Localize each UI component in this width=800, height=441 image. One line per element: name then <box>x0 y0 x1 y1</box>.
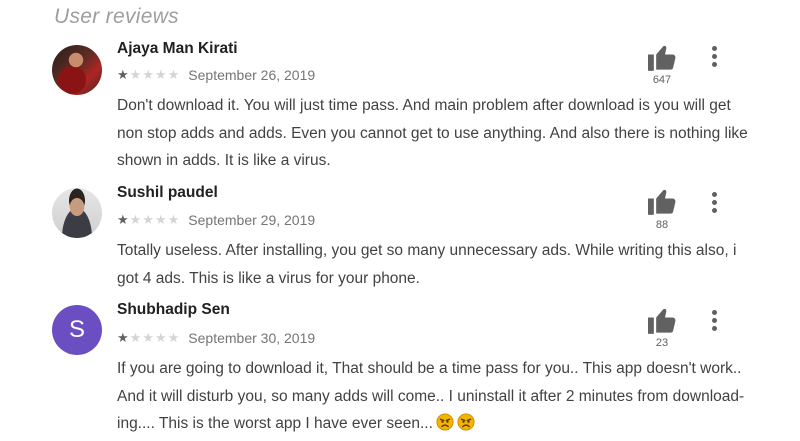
thumbs-up-icon[interactable] <box>648 45 676 71</box>
avatar[interactable] <box>52 188 102 238</box>
more-vert-icon[interactable] <box>706 308 722 332</box>
angry-face-emoji <box>457 413 475 431</box>
helpful-count: 647 <box>652 74 672 86</box>
review-text-content: If you are going to download it, That sh… <box>117 360 745 432</box>
review-text: Totally useless. After installing, you g… <box>117 242 737 287</box>
star-filled-icon: ★ <box>117 212 129 227</box>
review-author: Sushil paudel <box>117 184 218 201</box>
star-empty-icon: ★ <box>154 67 167 82</box>
star-empty-icon: ★ <box>167 330 180 345</box>
star-empty-icon: ★ <box>142 67 154 82</box>
review-author: Shubhadip Sen <box>117 301 230 318</box>
star-empty-icon: ★ <box>167 212 180 227</box>
review-author: Ajaya Man Kirati <box>117 40 238 57</box>
star-filled-icon: ★ <box>117 67 129 82</box>
star-rating: ★ ★ ★ ★ ★ <box>117 67 180 83</box>
helpful-count: 88 <box>655 219 669 231</box>
star-empty-icon: ★ <box>129 67 142 82</box>
more-vert-icon[interactable] <box>706 44 722 68</box>
star-empty-icon: ★ <box>142 330 154 345</box>
review-date: September 29, 2019 <box>188 212 316 228</box>
star-rating: ★ ★ ★ ★ ★ <box>117 212 180 228</box>
star-empty-icon: ★ <box>129 330 142 345</box>
star-empty-icon: ★ <box>154 330 167 345</box>
review-date: September 30, 2019 <box>188 330 316 346</box>
star-empty-icon: ★ <box>142 212 154 227</box>
star-filled-icon: ★ <box>117 330 129 345</box>
helpful-count: 23 <box>655 337 669 349</box>
section-title: User reviews <box>54 5 179 28</box>
more-vert-icon[interactable] <box>706 190 722 214</box>
angry-face-emoji <box>436 413 454 431</box>
thumbs-up-icon[interactable] <box>648 308 676 334</box>
star-rating: ★ ★ ★ ★ ★ <box>117 330 180 346</box>
review-text: Don't download it. You will just time pa… <box>117 97 748 169</box>
avatar[interactable]: S <box>52 305 102 355</box>
star-empty-icon: ★ <box>154 212 167 227</box>
avatar[interactable] <box>52 45 102 95</box>
star-empty-icon: ★ <box>129 212 142 227</box>
rating-row: ★ ★ ★ ★ ★ September 30, 2019 <box>117 330 315 346</box>
rating-row: ★ ★ ★ ★ ★ September 26, 2019 <box>117 67 315 83</box>
rating-row: ★ ★ ★ ★ ★ September 29, 2019 <box>117 212 315 228</box>
star-empty-icon: ★ <box>167 67 180 82</box>
thumbs-up-icon[interactable] <box>648 189 676 215</box>
review-date: September 26, 2019 <box>188 67 316 83</box>
review-text: If you are going to download it, That sh… <box>117 355 757 438</box>
